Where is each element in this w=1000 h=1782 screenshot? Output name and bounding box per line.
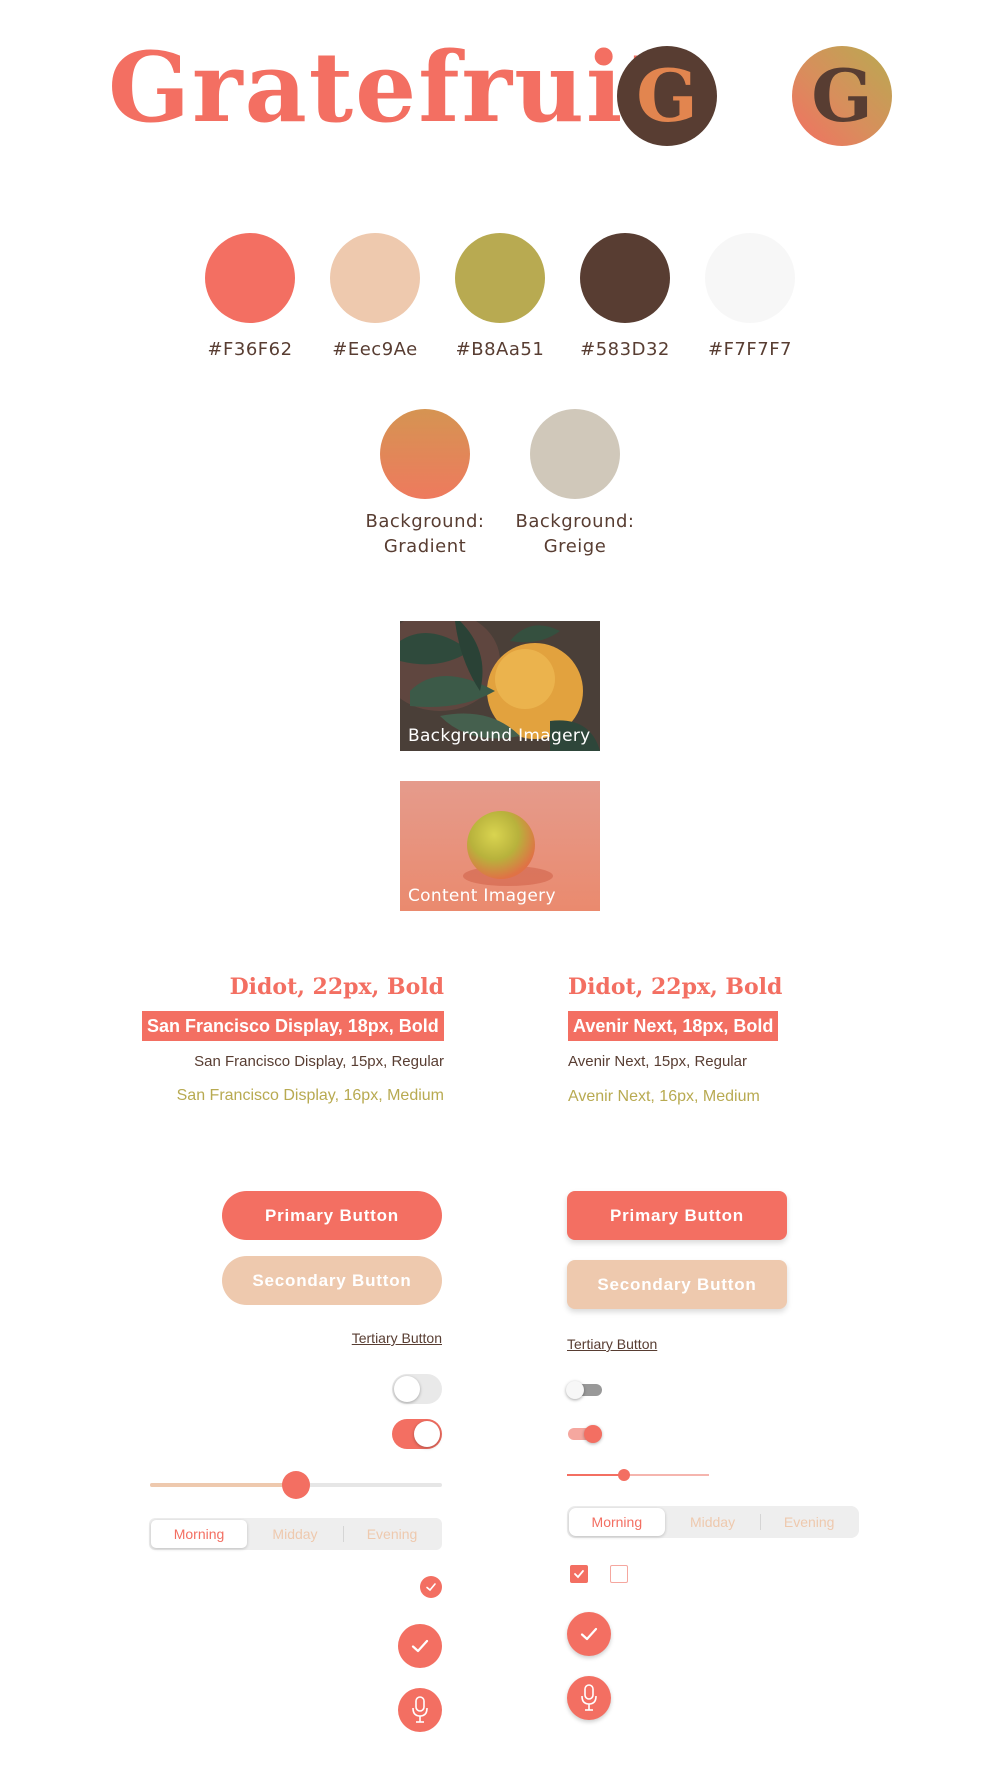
segment-evening[interactable]: Evening <box>344 1520 440 1548</box>
toggle-off[interactable] <box>392 1374 442 1404</box>
tertiary-button[interactable]: Tertiary Button <box>567 1336 657 1352</box>
toggle-knob <box>394 1376 420 1402</box>
type-heading-right: Didot, 22px, Bold <box>568 974 783 1000</box>
microphone-icon <box>412 1696 428 1723</box>
slider-thumb[interactable] <box>282 1471 310 1499</box>
slider-track[interactable] <box>567 1474 709 1476</box>
swatch-coral <box>205 233 295 323</box>
checkbox-checked[interactable] <box>570 1565 588 1583</box>
checkbox-unchecked[interactable] <box>610 1565 628 1583</box>
segment-midday[interactable]: Midday <box>247 1520 343 1548</box>
toggle-on[interactable] <box>392 1419 442 1449</box>
type-medium-left: San Francisco Display, 16px, Medium <box>176 1087 444 1104</box>
slider-thumb[interactable] <box>617 1469 630 1481</box>
swatch-background-gradient <box>380 409 470 499</box>
toggle-knob <box>566 1381 584 1399</box>
background-imagery: Background Imagery <box>400 621 600 751</box>
primary-button[interactable]: Primary Button <box>567 1191 787 1240</box>
type-medium-right: Avenir Next, 16px, Medium <box>568 1088 760 1105</box>
checkbox-checked-round[interactable] <box>420 1576 442 1598</box>
segmented-control[interactable]: Morning Midday Evening <box>567 1506 859 1538</box>
check-icon <box>574 1570 584 1579</box>
swatch-background-greige <box>530 409 620 499</box>
segment-midday[interactable]: Midday <box>665 1508 761 1536</box>
check-icon <box>426 1583 436 1592</box>
microphone-icon <box>581 1684 597 1711</box>
secondary-button[interactable]: Secondary Button <box>567 1260 787 1309</box>
type-heading-left: Didot, 22px, Bold <box>229 974 444 1000</box>
type-bold-right: Avenir Next, 18px, Bold <box>568 1011 779 1041</box>
swatch-olive <box>455 233 545 323</box>
swatch-label: #Eec9Ae <box>332 339 418 360</box>
content-imagery: Content Imagery <box>400 781 600 911</box>
microphone-button[interactable] <box>398 1688 442 1732</box>
swatch-label: #F7F7F7 <box>708 339 792 360</box>
background-imagery-caption: Background Imagery <box>408 726 591 746</box>
background-gradient-label: Background: Gradient <box>365 511 485 557</box>
brand-wordmark: Gratefruit <box>108 31 671 144</box>
check-button[interactable] <box>567 1612 611 1656</box>
toggle-knob <box>584 1425 602 1443</box>
slider-fill <box>567 1474 624 1476</box>
secondary-button[interactable]: Secondary Button <box>222 1256 442 1305</box>
check-icon <box>580 1627 598 1641</box>
primary-button[interactable]: Primary Button <box>222 1191 442 1240</box>
segmented-control[interactable]: Morning Midday Evening <box>149 1518 442 1550</box>
slider-fill <box>150 1483 296 1487</box>
segment-morning[interactable]: Morning <box>151 1520 247 1548</box>
swatch-brown <box>580 233 670 323</box>
check-button[interactable] <box>398 1624 442 1668</box>
logo-mark-dark: G <box>617 46 717 146</box>
swatch-peach <box>330 233 420 323</box>
toggle-on[interactable] <box>568 1425 602 1443</box>
toggle-knob <box>414 1421 440 1447</box>
microphone-button[interactable] <box>567 1676 611 1720</box>
type-regular-left: San Francisco Display, 15px, Regular <box>194 1053 444 1070</box>
check-icon <box>411 1639 429 1653</box>
logo-mark-gradient: G <box>792 46 892 146</box>
toggle-off[interactable] <box>566 1381 602 1399</box>
content-imagery-caption: Content Imagery <box>408 886 556 906</box>
type-bold-left: San Francisco Display, 18px, Bold <box>142 1011 444 1041</box>
background-greige-label: Background: Greige <box>515 511 635 557</box>
swatch-label: #583D32 <box>580 339 670 360</box>
swatch-label: #F36F62 <box>207 339 293 360</box>
swatch-label: #B8Aa51 <box>455 339 545 360</box>
segment-evening[interactable]: Evening <box>761 1508 857 1536</box>
type-regular-right: Avenir Next, 15px, Regular <box>568 1053 747 1070</box>
tertiary-button[interactable]: Tertiary Button <box>352 1330 442 1346</box>
swatch-light <box>705 233 795 323</box>
segment-morning[interactable]: Morning <box>569 1508 665 1536</box>
